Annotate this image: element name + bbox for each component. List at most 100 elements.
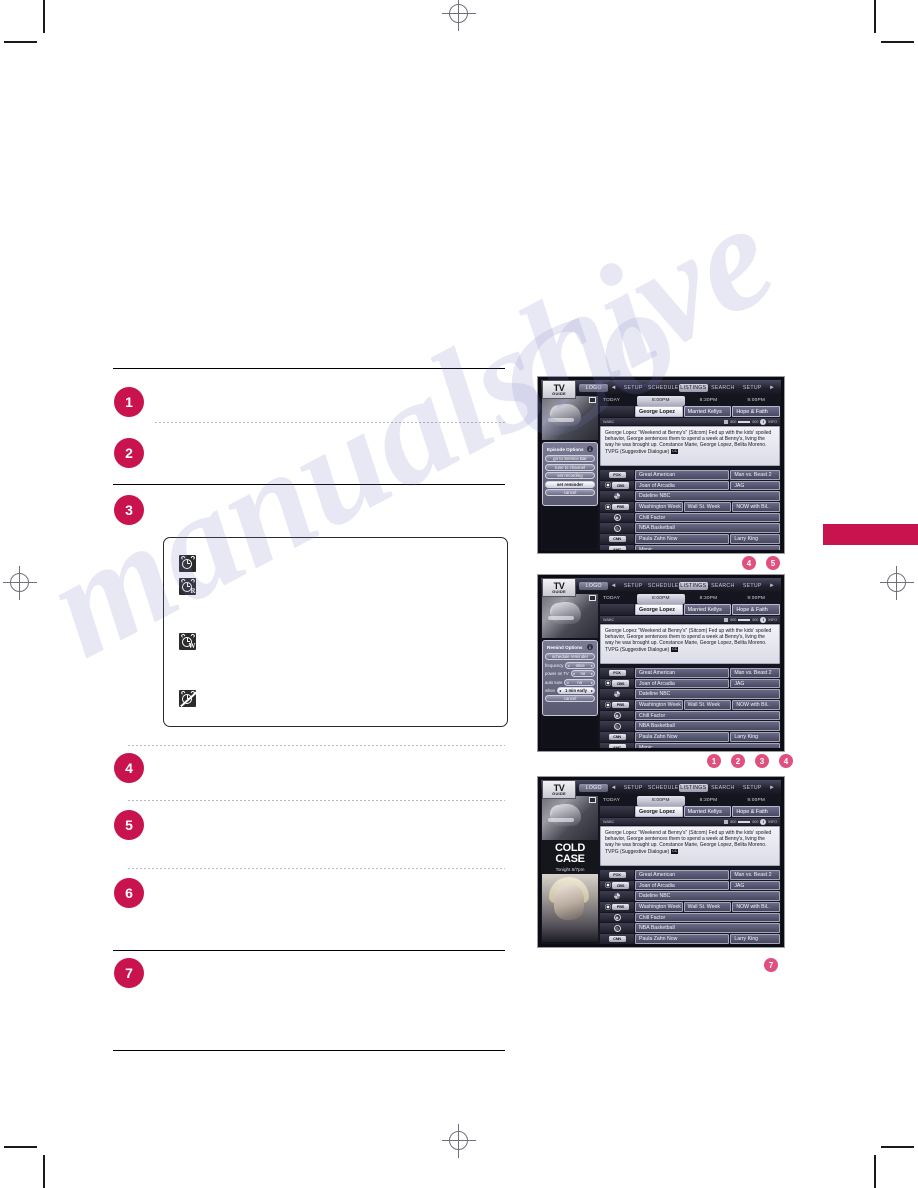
- cell-man-vs-beast-2[interactable]: Man vs. Beast 2: [730, 668, 780, 678]
- pip-icon-1[interactable]: [589, 397, 596, 403]
- cell-joan-of-arcadia-3[interactable]: Joan of Arcadia: [635, 880, 730, 891]
- channel-logo-amc-1[interactable]: AMC: [600, 544, 634, 550]
- remind-cancel-button[interactable]: cancel: [545, 695, 595, 703]
- featured-program-married-kellys-3[interactable]: Married Kellys: [683, 806, 732, 817]
- nav-logo-tag-3[interactable]: LOGO: [579, 783, 609, 792]
- nav-search-1[interactable]: SEARCH: [708, 385, 737, 391]
- nav-right-arrow-2[interactable]: ►: [767, 583, 777, 589]
- channel-logo-fnc-3[interactable]: ◉: [600, 912, 634, 923]
- nav-setup-3[interactable]: SETUP: [618, 785, 647, 791]
- schedule-reminder-button[interactable]: schedule reminder: [545, 653, 595, 661]
- nav-schedule-3[interactable]: SCHEDULE: [648, 785, 679, 791]
- cell-dateline-nbc-2[interactable]: Dateline NBC: [635, 689, 780, 699]
- option-set-reminder[interactable]: set reminder: [545, 480, 595, 488]
- nav-right-arrow-1[interactable]: ►: [767, 385, 777, 391]
- time-830-1[interactable]: 8:30PM: [685, 396, 733, 406]
- nav-setup2-2[interactable]: SETUP: [738, 583, 767, 589]
- nav-setup-1[interactable]: SETUP: [618, 385, 647, 391]
- channel-logo-amc-2[interactable]: AMC: [600, 742, 634, 748]
- channel-logo-fnc-2[interactable]: ◉: [600, 710, 634, 721]
- featured-program-hope-faith-2[interactable]: Hope & Faith: [732, 604, 781, 615]
- field-when-spinner[interactable]: ◂ 1 min early ▸: [557, 686, 595, 694]
- cell-great-american-1[interactable]: Great American: [635, 470, 730, 480]
- channel-logo-cnn-2[interactable]: CNN: [600, 732, 634, 742]
- featured-program-george-lopez-1[interactable]: George Lopez: [635, 406, 683, 417]
- promo-ad-photo[interactable]: [542, 874, 598, 942]
- cell-man-vs-beast-3[interactable]: Man vs. Beast 2: [730, 870, 780, 880]
- spin-right-arrow-when[interactable]: ▸: [591, 688, 593, 693]
- nav-schedule-1[interactable]: SCHEDULE: [648, 385, 679, 391]
- channel-logo-cnn-3[interactable]: CNN: [600, 934, 634, 944]
- channel-logo-nbc-2[interactable]: [600, 689, 634, 699]
- nav-schedule-2[interactable]: SCHEDULE: [648, 583, 679, 589]
- cell-washington-week-1[interactable]: Washington Week: [635, 502, 683, 512]
- cell-chill-factor-2[interactable]: Chill Factor: [635, 710, 780, 721]
- featured-program-married-kellys-2[interactable]: Married Kellys: [683, 604, 732, 615]
- nav-setup2-3[interactable]: SETUP: [738, 785, 767, 791]
- nav-setup-2[interactable]: SETUP: [618, 583, 647, 589]
- cell-wall-st-week-3[interactable]: Wall St. Week: [683, 902, 732, 912]
- cell-jag-3[interactable]: JAG: [730, 880, 780, 891]
- channel-logo-cnn-1[interactable]: CNN: [600, 534, 634, 544]
- cell-paula-zahn-now-2[interactable]: Paula Zahn Now: [635, 732, 730, 742]
- nav-listings-3[interactable]: LISTINGS: [678, 783, 709, 792]
- cell-mimic-1[interactable]: Mimic: [635, 544, 780, 550]
- channel-logo-fox-3[interactable]: FOX: [600, 870, 634, 880]
- channel-logo-fox-1[interactable]: FOX: [600, 470, 634, 480]
- cell-dateline-nbc-3[interactable]: Dateline NBC: [635, 891, 780, 901]
- cell-larry-king-2[interactable]: Larry King: [730, 732, 780, 742]
- time-900-3[interactable]: 9:00PM: [732, 796, 780, 806]
- cell-jag-2[interactable]: JAG: [730, 678, 780, 689]
- cell-washington-week-2[interactable]: Washington Week: [635, 700, 683, 710]
- featured-program-george-lopez-2[interactable]: George Lopez: [635, 604, 683, 615]
- info-icon-2[interactable]: i: [760, 616, 767, 623]
- cell-chill-factor-1[interactable]: Chill Factor: [635, 512, 780, 523]
- help-icon-1[interactable]: i: [587, 446, 593, 452]
- channel-logo-cbs-2[interactable]: CBS: [600, 678, 634, 689]
- nav-setup2-1[interactable]: SETUP: [738, 385, 767, 391]
- help-icon-2[interactable]: i: [587, 644, 593, 650]
- cell-now-with-bill-2[interactable]: NOW with Bil..: [732, 700, 781, 710]
- spin-right-arrow-power[interactable]: ▸: [591, 671, 593, 676]
- video-preview-3[interactable]: [542, 796, 598, 840]
- cell-chill-factor-3[interactable]: Chill Factor: [635, 912, 780, 923]
- channel-logo-pbs-1[interactable]: PBS: [600, 502, 634, 512]
- featured-program-hope-faith-1[interactable]: Hope & Faith: [732, 406, 781, 417]
- field-frequency-spinner[interactable]: ◂ once ▸: [565, 661, 595, 669]
- channel-logo-espn-2[interactable]: ◎: [600, 721, 634, 732]
- nav-search-3[interactable]: SEARCH: [708, 785, 737, 791]
- channel-logo-pbs-3[interactable]: PBS: [600, 902, 634, 912]
- cell-dateline-nbc-1[interactable]: Dateline NBC: [635, 491, 780, 501]
- nav-left-arrow-1[interactable]: ◄: [608, 385, 618, 391]
- channel-logo-nbc-1[interactable]: [600, 491, 634, 501]
- channel-logo-espn-3[interactable]: ◎: [600, 923, 634, 934]
- cell-wall-st-week-1[interactable]: Wall St. Week: [683, 502, 732, 512]
- option-go-to-service-bar[interactable]: go to Service Bar: [545, 455, 595, 463]
- field-power-spinner[interactable]: ◂ no ▸: [570, 670, 595, 678]
- time-830-2[interactable]: 8:30PM: [685, 594, 733, 604]
- video-preview-2[interactable]: [542, 594, 598, 638]
- promo-ad-title-block[interactable]: COLD CASE Tonight 8/7pm: [542, 840, 598, 874]
- nav-left-arrow-3[interactable]: ◄: [608, 785, 618, 791]
- option-set-recording[interactable]: set recording: [545, 472, 595, 480]
- cell-now-with-bill-3[interactable]: NOW with Bil..: [732, 902, 781, 912]
- info-icon-1[interactable]: i: [760, 418, 767, 425]
- nav-listings-2[interactable]: LISTINGS: [678, 581, 709, 590]
- featured-program-hope-faith-3[interactable]: Hope & Faith: [732, 806, 781, 817]
- time-900-1[interactable]: 9:00PM: [732, 396, 780, 406]
- cell-nba-basketball-2[interactable]: NBA Basketball: [635, 721, 780, 732]
- nav-logo-tag-1[interactable]: LOGO: [579, 383, 609, 392]
- spin-right-arrow-auto[interactable]: ▸: [591, 680, 593, 685]
- cell-washington-week-3[interactable]: Washington Week: [635, 902, 683, 912]
- featured-program-george-lopez-3[interactable]: George Lopez: [635, 806, 683, 817]
- cell-nba-basketball-3[interactable]: NBA Basketball: [635, 923, 780, 934]
- channel-logo-pbs-2[interactable]: PBS: [600, 700, 634, 710]
- featured-program-married-kellys-1[interactable]: Married Kellys: [683, 406, 732, 417]
- option-cancel[interactable]: cancel: [545, 488, 595, 496]
- time-830-3[interactable]: 8:30PM: [685, 796, 733, 806]
- cell-wall-st-week-2[interactable]: Wall St. Week: [683, 700, 732, 710]
- nav-logo-tag-2[interactable]: LOGO: [579, 581, 609, 590]
- time-800-2[interactable]: 8:00PM: [637, 594, 685, 604]
- cell-nba-basketball-1[interactable]: NBA Basketball: [635, 523, 780, 534]
- nav-search-2[interactable]: SEARCH: [708, 583, 737, 589]
